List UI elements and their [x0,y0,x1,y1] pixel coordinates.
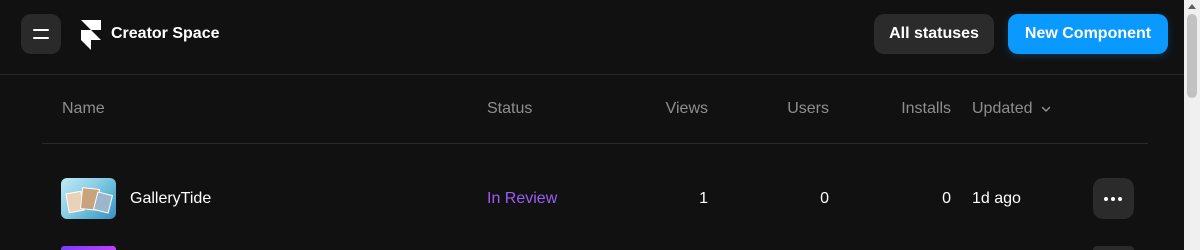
table-row[interactable]: GalleryTide In Review 1 0 0 1d ago [0,144,1184,250]
top-bar: Creator Space All statuses New Component [0,0,1184,75]
thumbnail-card [92,191,114,214]
scrollbar-thumb[interactable] [1187,14,1197,98]
column-header-updated-label: Updated [972,100,1033,117]
installs-count: 0 [942,190,951,207]
new-component-button[interactable]: New Component [1008,14,1168,54]
menu-button[interactable] [21,14,61,54]
menu-icon-line [33,37,49,39]
more-options-button[interactable] [1093,178,1134,219]
framer-logo-icon[interactable] [81,20,101,50]
chevron-down-icon [1041,106,1050,112]
brand-name: Creator Space [111,25,220,42]
status-badge: In Review [487,190,558,207]
updated-time: 1d ago [972,190,1021,207]
more-dot [1111,197,1115,201]
column-header-views[interactable]: Views [608,99,708,119]
status-filter-button[interactable]: All statuses [874,14,994,54]
component-thumbnail[interactable] [61,178,116,219]
component-name[interactable]: GalleryTide [130,189,211,209]
menu-icon [33,29,49,31]
next-row-thumbnail[interactable] [61,246,116,250]
column-header-updated[interactable]: Updated [972,99,1052,119]
column-header-name[interactable]: Name [62,99,105,119]
scroll-up-arrow-icon[interactable] [1188,4,1196,9]
more-dot [1118,197,1122,201]
users-count: 0 [820,190,829,207]
vertical-scrollbar[interactable] [1184,0,1200,250]
column-header-installs[interactable]: Installs [851,99,951,119]
views-count: 1 [699,190,708,207]
column-header-status[interactable]: Status [487,99,532,119]
more-horizontal-icon [1104,197,1108,201]
column-header-users[interactable]: Users [729,99,829,119]
next-row-more-button[interactable] [1093,246,1134,250]
